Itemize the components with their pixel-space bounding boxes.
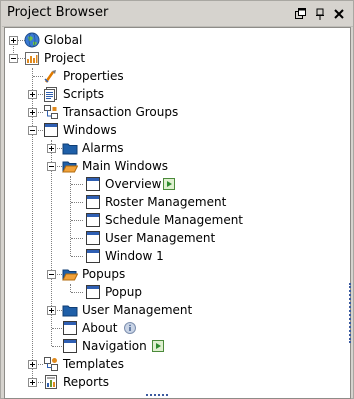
tree-item-label: Window 1 xyxy=(105,249,164,263)
project-icon xyxy=(25,52,39,65)
transaction-groups-icon xyxy=(44,105,58,119)
pin-icon[interactable] xyxy=(313,7,327,21)
collapse-toggle-project[interactable] xyxy=(9,54,18,63)
dock-resize-handle[interactable] xyxy=(349,283,353,343)
tree-item-label: Transaction Groups xyxy=(63,105,179,119)
scripts-icon xyxy=(44,87,57,102)
tree-item-label: User Management xyxy=(82,303,193,317)
tree-item-label: Alarms xyxy=(82,141,124,155)
expand-toggle-reports[interactable] xyxy=(28,378,37,387)
dock-resize-handle-bottom[interactable] xyxy=(146,394,168,398)
tree-item-label: Navigation xyxy=(82,339,147,353)
tree-item-label: Global xyxy=(44,33,83,47)
project-browser-panel: Project Browser Global Project Propertie… xyxy=(0,0,354,399)
open-folder-icon xyxy=(62,269,78,281)
tree-item-label: About xyxy=(82,321,118,335)
collapse-toggle-main-windows[interactable] xyxy=(47,162,56,171)
startup-window-icon xyxy=(163,178,175,190)
tree-item-label: Popup xyxy=(105,285,142,299)
folder-icon xyxy=(62,305,78,317)
info-icon xyxy=(124,322,136,334)
window-icon xyxy=(86,213,100,227)
panel-title: Project Browser xyxy=(7,5,109,20)
window-icon xyxy=(86,249,100,263)
expand-toggle-transaction-groups[interactable] xyxy=(28,108,37,117)
window-icon xyxy=(86,285,100,299)
window-icon xyxy=(63,339,77,353)
window-icon xyxy=(86,231,100,245)
tree-item-label: Popups xyxy=(82,267,126,281)
windows-icon xyxy=(44,123,58,137)
tree-item-label: Properties xyxy=(63,69,124,83)
window-icon xyxy=(86,195,100,209)
expand-toggle-user-management[interactable] xyxy=(47,306,56,315)
tree-item-label: Windows xyxy=(63,123,117,137)
templates-icon xyxy=(44,357,58,371)
properties-icon xyxy=(44,70,56,83)
collapse-toggle-popups[interactable] xyxy=(47,270,56,279)
tree-item-label: Roster Management xyxy=(105,195,227,209)
expand-toggle-templates[interactable] xyxy=(28,360,37,369)
expand-toggle-global[interactable] xyxy=(9,36,18,45)
float-icon[interactable] xyxy=(294,7,308,21)
tree-item-label: Overview xyxy=(105,177,162,191)
collapse-toggle-windows[interactable] xyxy=(28,126,37,135)
folder-icon xyxy=(62,143,78,155)
expand-toggle-alarms[interactable] xyxy=(47,144,56,153)
tree-item-label: Scripts xyxy=(63,87,105,101)
startup-window-icon xyxy=(152,340,164,352)
reports-icon xyxy=(45,375,57,389)
close-icon[interactable] xyxy=(332,7,346,21)
tree-item-label: Schedule Management xyxy=(105,213,244,227)
window-icon xyxy=(86,177,100,191)
project-tree: Global Project Properties Scripts Transa… xyxy=(4,27,351,399)
window-icon xyxy=(63,321,77,335)
globe-icon xyxy=(24,32,40,48)
expand-toggle-scripts[interactable] xyxy=(28,90,37,99)
panel-titlebar: Project Browser xyxy=(2,2,353,27)
tree-item-label: Project xyxy=(44,51,86,65)
open-folder-icon xyxy=(62,161,78,173)
tree-item-label: User Management xyxy=(105,231,216,245)
tree-item-label: Reports xyxy=(63,375,110,389)
tree-item-label: Templates xyxy=(63,357,125,371)
tree-item-label: Main Windows xyxy=(82,159,169,173)
